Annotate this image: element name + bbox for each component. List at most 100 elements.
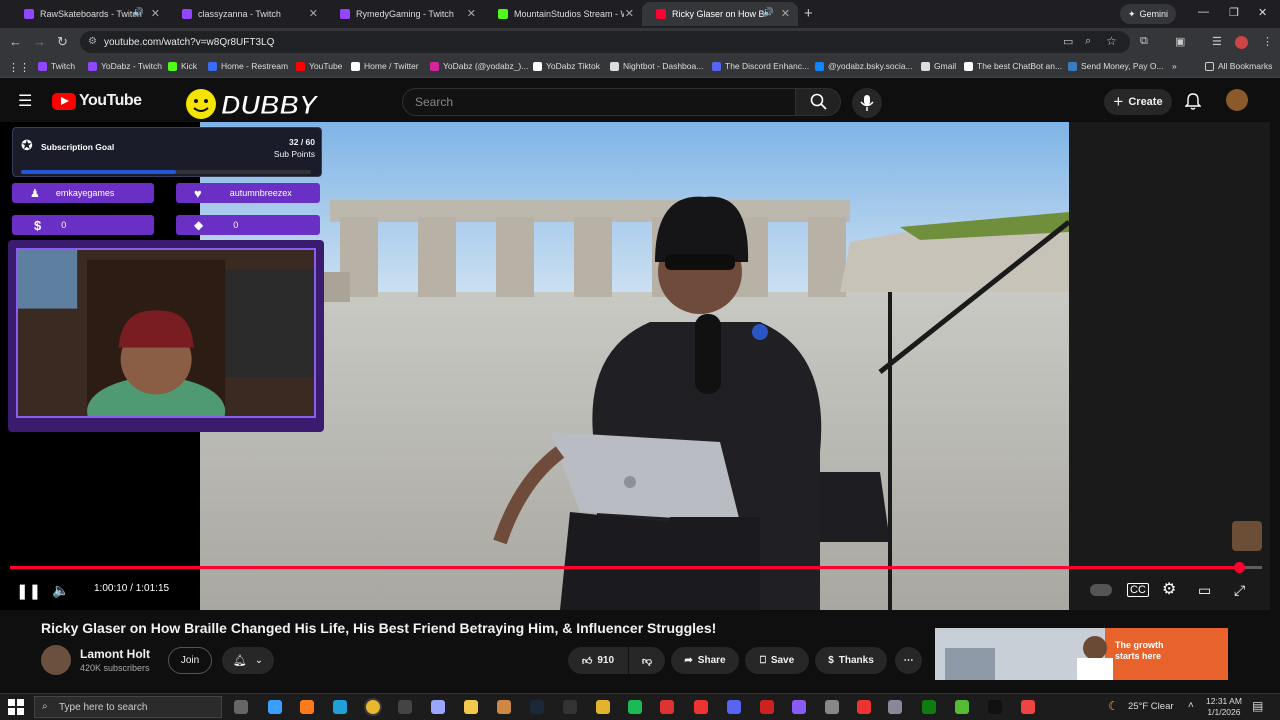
- youtube-logo[interactable]: YouTube: [52, 92, 142, 110]
- app-icon[interactable]: [857, 700, 871, 714]
- steam-icon[interactable]: [530, 700, 544, 714]
- progress-bar[interactable]: [10, 562, 1262, 573]
- speaker-icon[interactable]: 🔊: [133, 7, 144, 18]
- app-icon[interactable]: [760, 700, 774, 714]
- back-icon[interactable]: ←: [9, 34, 22, 49]
- app-icon[interactable]: [596, 700, 610, 714]
- browser-tab[interactable]: classyzanna - Twitch ✕: [168, 2, 326, 26]
- zoom-icon[interactable]: ⌕: [1085, 35, 1091, 48]
- share-button[interactable]: ➦ Share: [671, 647, 739, 674]
- site-info-icon[interactable]: ⚙: [88, 36, 97, 47]
- restore-icon[interactable]: ❐: [1229, 6, 1239, 19]
- extensions-icon[interactable]: ⧉: [1140, 35, 1148, 48]
- spotify-icon[interactable]: [628, 700, 642, 714]
- discord-icon[interactable]: [727, 700, 741, 714]
- bookmark-item[interactable]: Twitch: [38, 61, 75, 71]
- more-actions-button[interactable]: ⋯: [895, 647, 922, 674]
- bookmark-item[interactable]: Nightbot - Dashboa...: [610, 61, 703, 71]
- create-button[interactable]: + Create: [1104, 89, 1172, 115]
- close-tab-icon[interactable]: ✕: [781, 7, 790, 20]
- dubby-banner[interactable]: DUBBY: [185, 87, 325, 121]
- bookmark-star-icon[interactable]: ☆: [1106, 34, 1117, 48]
- obs-icon[interactable]: [398, 700, 412, 714]
- system-clock[interactable]: 12:31 AM 1/1/2026: [1206, 696, 1242, 718]
- captions-icon[interactable]: CC: [1127, 583, 1149, 597]
- file-explorer-icon[interactable]: [464, 700, 478, 714]
- notifications-icon[interactable]: [1185, 93, 1201, 110]
- gemini-button[interactable]: ✦ Gemini: [1120, 4, 1176, 24]
- copilot-icon[interactable]: [268, 700, 282, 714]
- app-icon[interactable]: [694, 700, 708, 714]
- channel-name[interactable]: Lamont Holt: [80, 647, 150, 661]
- hamburger-menu-icon[interactable]: ☰: [18, 91, 32, 111]
- apps-icon[interactable]: ⋮⋮: [8, 61, 30, 74]
- video-player[interactable]: ✪ Subscription Goal 32 / 60 Sub Points ♟…: [0, 122, 1270, 610]
- bookmark-item[interactable]: Home / Twitter: [351, 61, 419, 71]
- speaker-icon[interactable]: 🔊: [763, 7, 774, 18]
- new-tab-button[interactable]: +: [804, 5, 813, 22]
- app-icon[interactable]: [1021, 700, 1035, 714]
- settings-icon[interactable]: ⚙: [1162, 579, 1176, 599]
- minimize-icon[interactable]: —: [1198, 6, 1209, 18]
- channel-watermark[interactable]: [1232, 521, 1262, 551]
- video-frame[interactable]: [200, 122, 1069, 610]
- close-tab-icon[interactable]: ✕: [151, 7, 160, 20]
- firefox-icon[interactable]: [300, 700, 314, 714]
- xbox-icon[interactable]: [922, 700, 936, 714]
- browser-tab-active[interactable]: Ricky Glaser on How Braille 🔊 ✕: [642, 2, 798, 26]
- join-button[interactable]: Join: [168, 647, 212, 674]
- theater-mode-icon[interactable]: ▭: [1198, 582, 1211, 599]
- voice-search-button[interactable]: [852, 88, 882, 118]
- bookmark-item[interactable]: Home - Restream: [208, 61, 288, 71]
- close-tab-icon[interactable]: ✕: [467, 7, 476, 20]
- all-bookmarks[interactable]: All Bookmarks: [1205, 61, 1272, 71]
- bookmark-item[interactable]: Kick: [168, 61, 197, 71]
- channel-avatar[interactable]: [41, 645, 71, 675]
- bookmark-item[interactable]: @yodabz.bsky.socia...: [815, 61, 913, 71]
- bookmark-item[interactable]: Gmail: [921, 61, 956, 71]
- notification-center-icon[interactable]: ▤: [1252, 699, 1263, 713]
- sponsored-ad[interactable]: The growth starts here: [935, 628, 1228, 680]
- bookmark-item[interactable]: YoDabz Tiktok: [533, 61, 600, 71]
- app-icon[interactable]: [792, 700, 806, 714]
- address-bar[interactable]: ⚙ youtube.com/watch?v=w8Qr8UFT3LQ ▭ ⌕ ☆: [80, 31, 1130, 53]
- settings-icon[interactable]: [825, 700, 839, 714]
- chrome-icon[interactable]: [366, 700, 380, 714]
- bookmark-item[interactable]: YouTube: [296, 61, 342, 71]
- bookmark-item[interactable]: The best ChatBot an...: [964, 61, 1062, 71]
- thanks-button[interactable]: $ Thanks: [815, 647, 887, 674]
- app-icon[interactable]: [888, 700, 902, 714]
- media-icon[interactable]: [497, 700, 511, 714]
- bookmark-item[interactable]: YoDabz - Twitch: [88, 61, 162, 71]
- profile-avatar-icon[interactable]: [1235, 36, 1248, 49]
- weather-text[interactable]: 25°F Clear: [1128, 701, 1174, 712]
- close-tab-icon[interactable]: ✕: [625, 7, 634, 20]
- close-tab-icon[interactable]: ✕: [309, 7, 318, 20]
- bookmark-item[interactable]: The Discord Enhanc...: [712, 61, 809, 71]
- close-window-icon[interactable]: ✕: [1258, 6, 1267, 19]
- subscription-bell-button[interactable]: 🔔︎ ⌄: [222, 647, 274, 674]
- autoplay-toggle[interactable]: [1090, 584, 1112, 596]
- dislike-button[interactable]: 👎︎: [629, 647, 665, 674]
- edge-icon[interactable]: [333, 700, 347, 714]
- app-icon[interactable]: [955, 700, 969, 714]
- cast-icon[interactable]: ▭: [1063, 35, 1073, 48]
- browser-tab[interactable]: RawSkateboards - Twitch 🔊 ✕: [10, 2, 168, 26]
- menu-icon[interactable]: ⋮: [1262, 35, 1273, 48]
- account-avatar[interactable]: [1226, 89, 1248, 111]
- streamlabs-icon[interactable]: [660, 700, 674, 714]
- fullscreen-icon[interactable]: ⤢: [1234, 582, 1245, 599]
- epic-games-icon[interactable]: [563, 700, 577, 714]
- forward-icon[interactable]: →: [33, 34, 46, 49]
- more-bookmarks-icon[interactable]: »: [1172, 61, 1177, 71]
- search-button[interactable]: [795, 88, 841, 116]
- taskbar-search-input[interactable]: ⌕ Type here to search: [34, 696, 222, 718]
- pause-icon[interactable]: ❚❚: [16, 582, 41, 600]
- save-button[interactable]: ⎕ Save: [745, 647, 809, 674]
- volume-icon[interactable]: 🔈: [52, 582, 69, 599]
- tab-search-icon[interactable]: ☰: [1212, 35, 1222, 48]
- browser-tab[interactable]: MountainStudios Stream - Wa ✕: [484, 2, 642, 26]
- bookmark-item[interactable]: YoDabz (@yodabz_)...: [430, 61, 528, 71]
- browser-tab[interactable]: RymedyGaming - Twitch ✕: [326, 2, 484, 26]
- task-view-icon[interactable]: [234, 700, 248, 714]
